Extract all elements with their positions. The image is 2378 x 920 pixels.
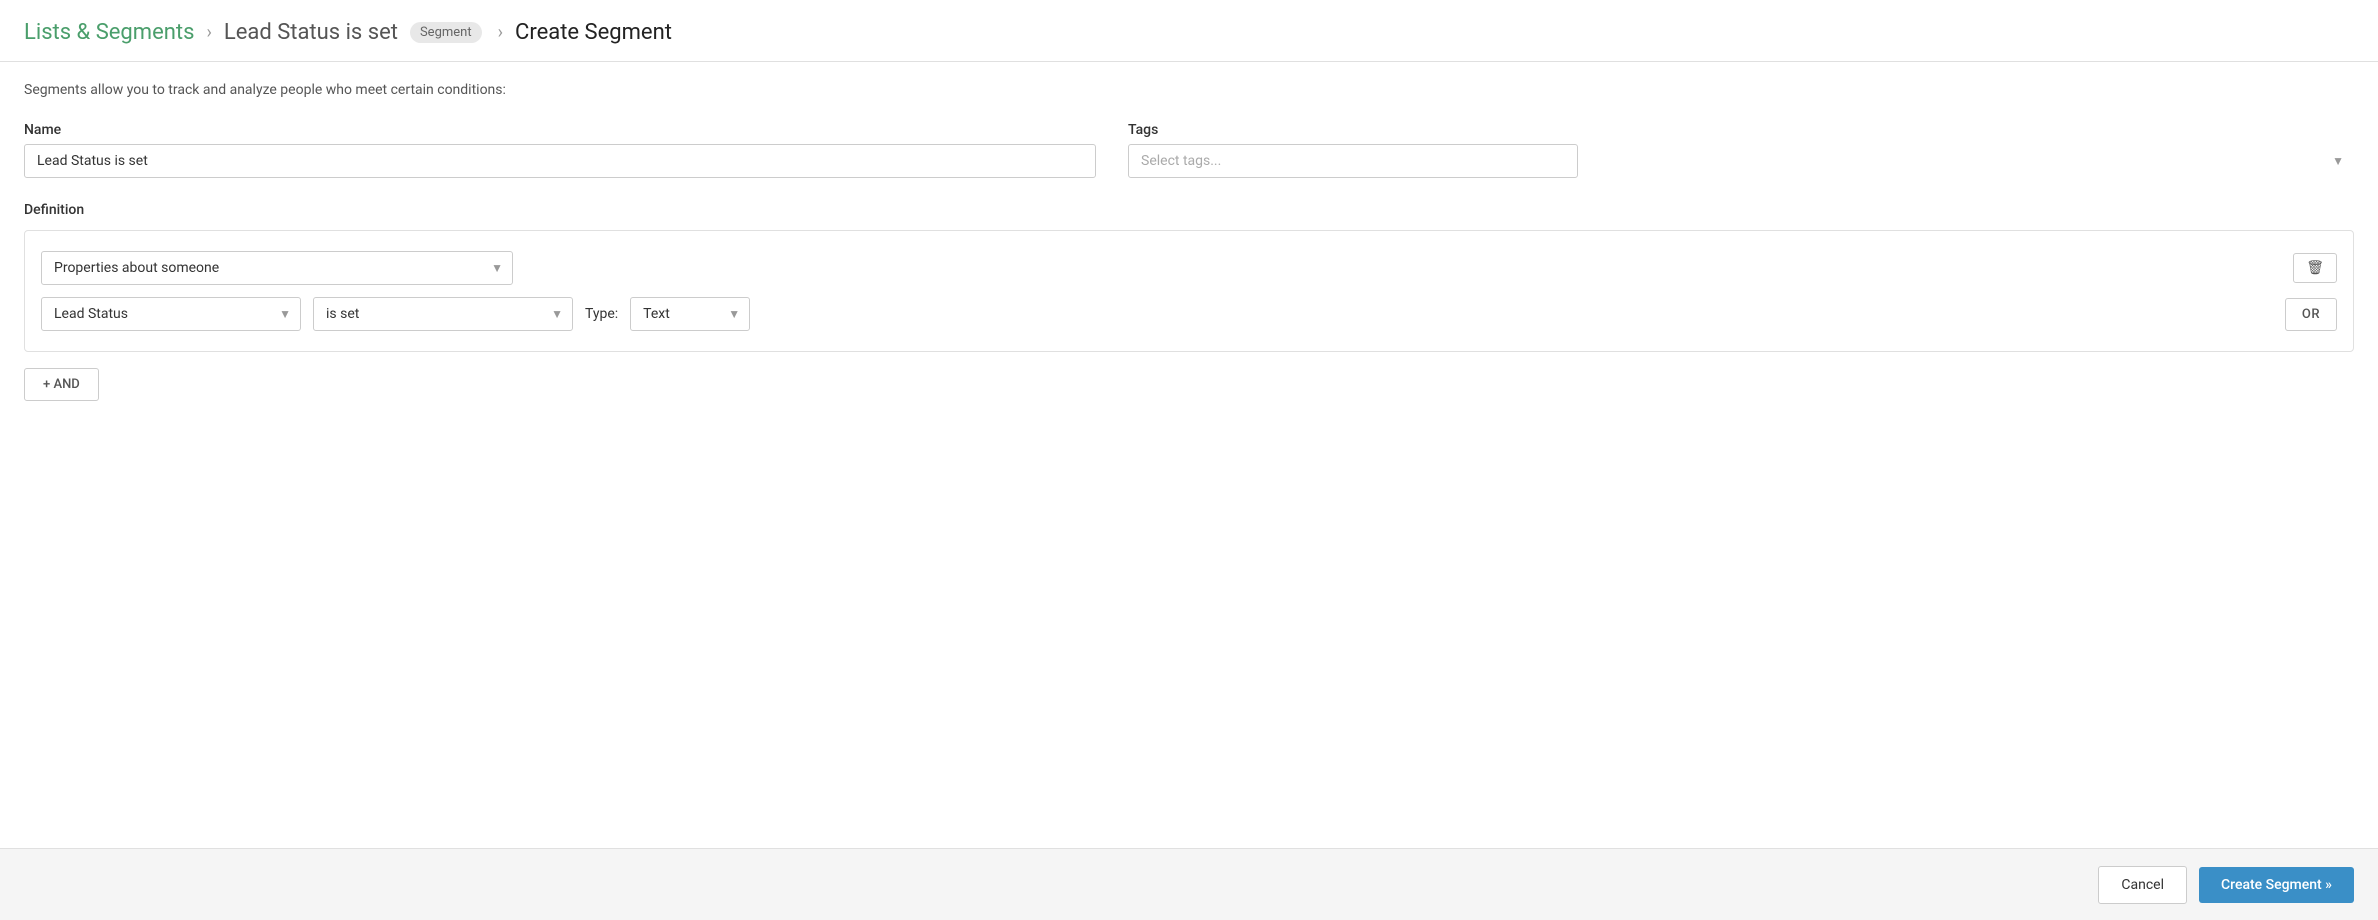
condition-operator-wrapper: is set ▼ bbox=[313, 297, 573, 331]
condition-type-select[interactable]: Properties about someone bbox=[41, 251, 513, 285]
breadcrumb-lead-status: Lead Status is set bbox=[224, 20, 398, 45]
condition-row-top: Properties about someone ▼ 🗑 bbox=[41, 251, 2337, 285]
segment-badge: Segment bbox=[410, 22, 482, 43]
definition-box: Properties about someone ▼ 🗑 Lead Status… bbox=[24, 230, 2354, 352]
tags-select-wrapper: Select tags... ▼ bbox=[1128, 144, 2354, 178]
footer-bar: Cancel Create Segment » bbox=[0, 848, 2378, 920]
or-button-wrapper: OR bbox=[2285, 298, 2337, 331]
condition-type-value-select[interactable]: Text bbox=[630, 297, 750, 331]
condition-field-wrapper: Lead Status ▼ bbox=[41, 297, 301, 331]
condition-type-value-wrapper: Text ▼ bbox=[630, 297, 750, 331]
type-label: Type: bbox=[585, 306, 618, 322]
page-title: Create Segment bbox=[515, 20, 672, 45]
definition-label: Definition bbox=[24, 202, 2354, 218]
delete-condition-button[interactable]: 🗑 bbox=[2293, 253, 2337, 283]
condition-row-bottom: Lead Status ▼ is set ▼ Type: Text ▼ bbox=[41, 297, 2337, 331]
tags-field-group: Tags Select tags... ▼ bbox=[1128, 122, 2354, 178]
condition-field-select[interactable]: Lead Status bbox=[41, 297, 301, 331]
form-row-name-tags: Name Tags Select tags... ▼ bbox=[24, 122, 2354, 178]
create-segment-button[interactable]: Create Segment » bbox=[2199, 867, 2354, 903]
trash-icon: 🗑 bbox=[2306, 260, 2324, 276]
name-input[interactable] bbox=[24, 144, 1096, 178]
breadcrumb-lists-segments[interactable]: Lists & Segments bbox=[24, 20, 194, 45]
condition-operator-select[interactable]: is set bbox=[313, 297, 573, 331]
name-label: Name bbox=[24, 122, 1096, 138]
main-content: Segments allow you to track and analyze … bbox=[0, 62, 2378, 421]
definition-section: Definition Properties about someone ▼ 🗑 bbox=[24, 202, 2354, 401]
tags-select[interactable]: Select tags... bbox=[1128, 144, 1578, 178]
tags-label: Tags bbox=[1128, 122, 2354, 138]
right-actions: 🗑 bbox=[2293, 253, 2337, 283]
breadcrumb-separator-1: › bbox=[206, 22, 211, 43]
cancel-button[interactable]: Cancel bbox=[2098, 866, 2187, 904]
name-field-group: Name bbox=[24, 122, 1096, 178]
condition-type-wrapper: Properties about someone ▼ bbox=[41, 251, 513, 285]
breadcrumb-separator-2: › bbox=[498, 22, 503, 43]
or-button[interactable]: OR bbox=[2285, 298, 2337, 331]
page-description: Segments allow you to track and analyze … bbox=[24, 82, 2354, 98]
breadcrumb-header: Lists & Segments › Lead Status is set Se… bbox=[0, 0, 2378, 62]
tags-chevron-icon: ▼ bbox=[2332, 154, 2344, 168]
and-button[interactable]: + AND bbox=[24, 368, 99, 401]
